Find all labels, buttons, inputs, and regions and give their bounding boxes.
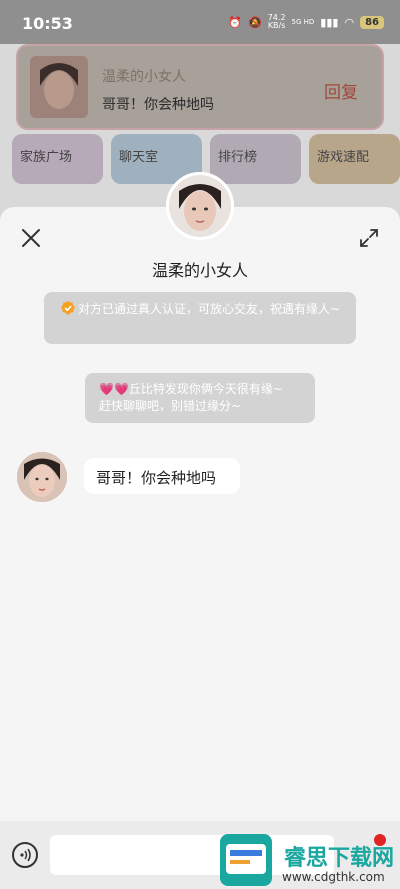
heart-icon: 💗 [113, 382, 129, 396]
notification-sender: 温柔的小女人 [102, 69, 186, 85]
site-watermark: 睿思下载网 www.cdgthk.com [220, 834, 396, 886]
tab-leaderboard[interactable]: 排行榜 [210, 134, 301, 184]
status-icons: ⏰ 🔕 74.2 KB/s 5G HD ▮▮▮ ◠ 86 [228, 14, 384, 30]
watermark-dot [374, 834, 386, 846]
status-bar: 10:53 ⏰ 🔕 74.2 KB/s 5G HD ▮▮▮ ◠ 86 [0, 0, 400, 44]
expand-button[interactable] [358, 227, 380, 249]
system-cupid-notice: 💗💗丘比特发现你俩今天很有缘~ 赶快聊聊吧，别错过缘分~ [85, 373, 315, 423]
signal-label: 5G HD [291, 18, 315, 26]
notification-message: 哥哥！你会种地吗 [102, 97, 214, 113]
chat-partner-avatar[interactable] [166, 172, 234, 240]
verified-badge-icon [61, 301, 75, 315]
mute-icon: 🔕 [248, 15, 262, 29]
expand-icon [360, 229, 378, 247]
voice-button[interactable] [12, 842, 38, 868]
watermark-logo-icon [220, 834, 272, 886]
system-cupid-line1: 丘比特发现你俩今天很有缘~ [128, 382, 283, 396]
incoming-message-bubble: 哥哥！你会种地吗 [84, 458, 240, 494]
close-button[interactable] [20, 227, 42, 249]
system-verify-text: 对方已通过真人认证，可放心交友，祝遇有缘人~ [78, 302, 341, 316]
watermark-url: www.cdgthk.com [282, 870, 385, 884]
battery-indicator: 86 [360, 15, 384, 29]
voice-icon [20, 848, 31, 862]
status-time: 10:53 [22, 14, 73, 33]
tab-game-match[interactable]: 游戏速配 [309, 134, 400, 184]
system-cupid-line2: 赶快聊聊吧，别错过缘分~ [99, 399, 242, 413]
close-icon [22, 229, 40, 247]
message-sender-avatar[interactable] [17, 452, 67, 502]
network-speed: 74.2 KB/s [268, 14, 286, 30]
speed-unit: KB/s [267, 21, 286, 30]
alarm-icon: ⏰ [228, 15, 243, 29]
notification-avatar [30, 56, 88, 118]
heart-icon: 💗 [99, 382, 114, 396]
chat-title: 温柔的小女人 [151, 261, 248, 280]
signal-icon: ▮▮▮ [320, 15, 339, 29]
message-notification[interactable]: 温柔的小女人 哥哥！你会种地吗 回复 [16, 44, 384, 130]
reply-button[interactable]: 回复 [324, 78, 358, 103]
tab-family-square[interactable]: 家族广场 [12, 134, 103, 184]
wifi-icon: ◠ [344, 15, 355, 29]
system-verify-notice: 对方已通过真人认证，可放心交友，祝遇有缘人~ [44, 292, 356, 344]
